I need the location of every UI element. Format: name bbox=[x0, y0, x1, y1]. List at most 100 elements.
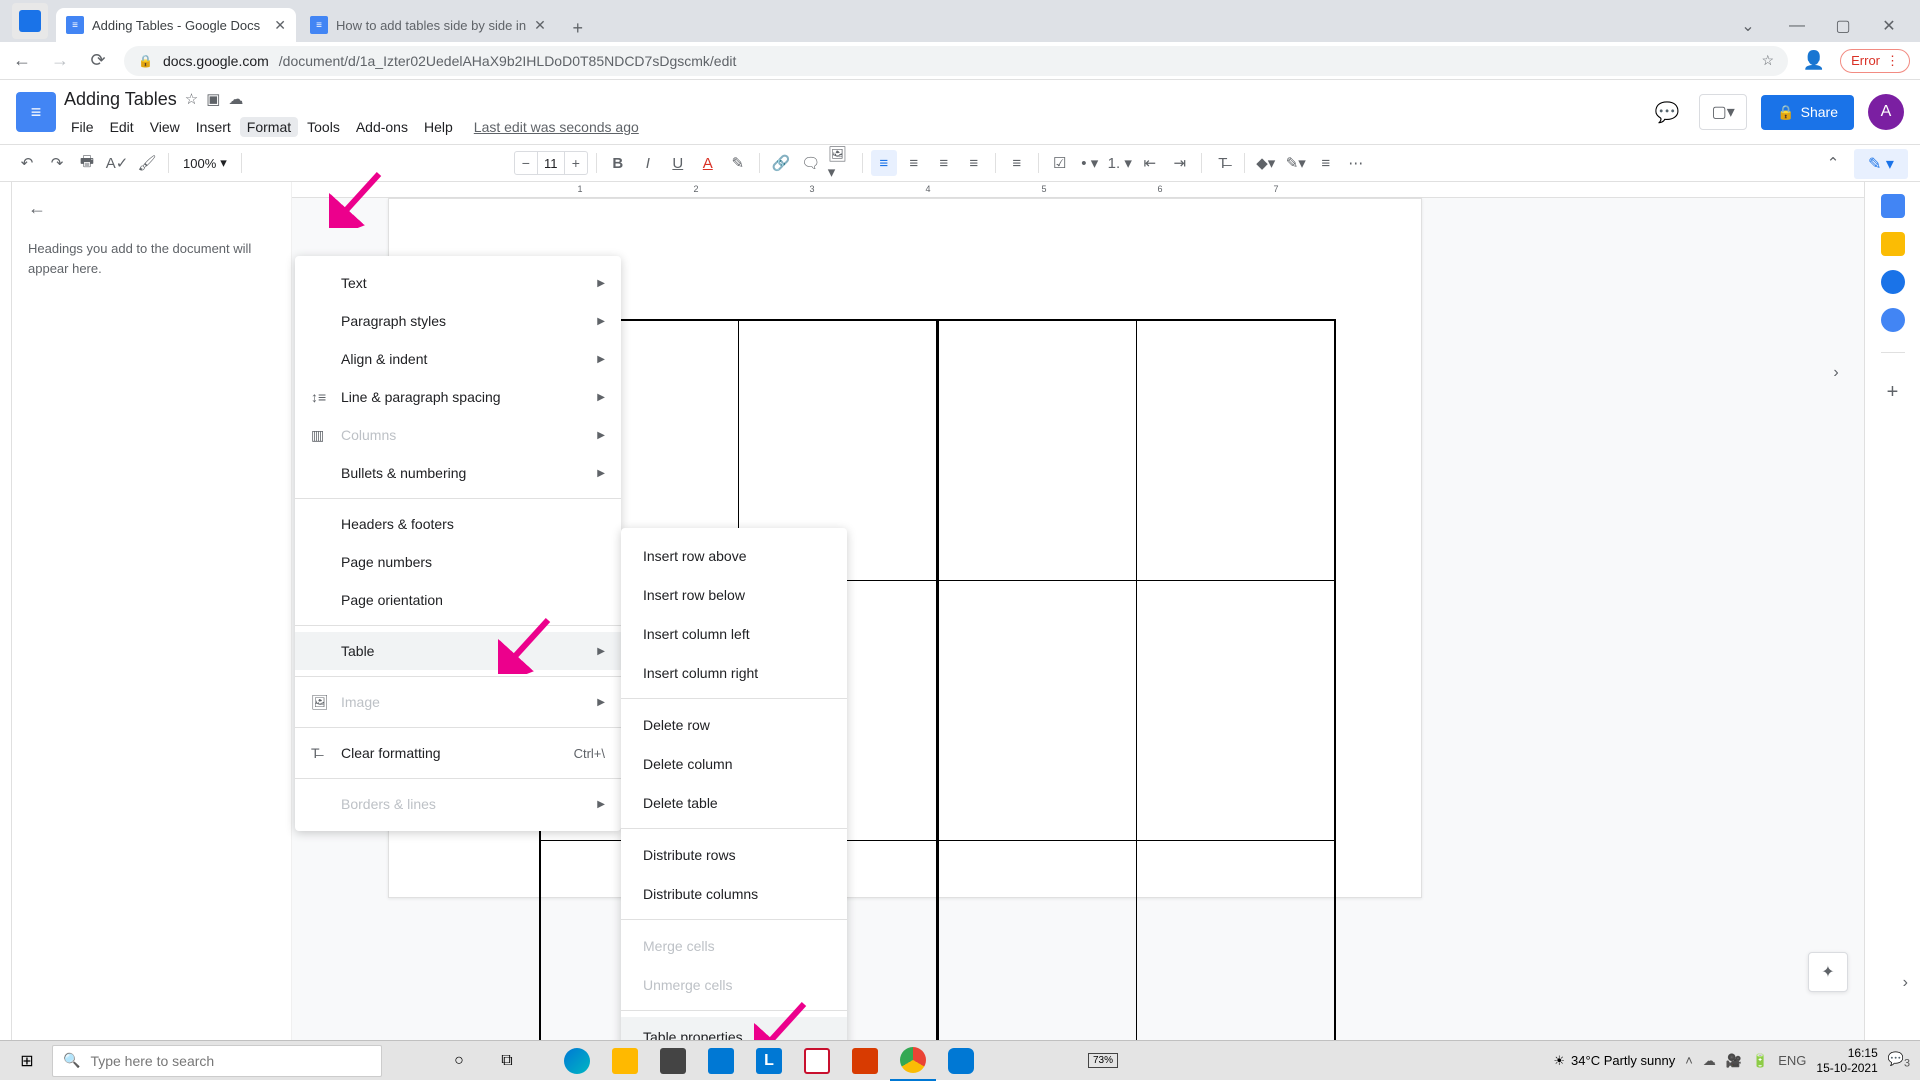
format-menu-item[interactable]: ↕≡Line & paragraph spacing▶ bbox=[295, 378, 621, 416]
last-edit-link[interactable]: Last edit was seconds ago bbox=[474, 119, 639, 135]
cloud-status-icon[interactable]: ☁ bbox=[228, 90, 243, 108]
mail-icon[interactable] bbox=[698, 1041, 744, 1081]
show-side-panel-button[interactable]: › bbox=[1903, 974, 1908, 992]
weather-widget[interactable]: ☀34°C Partly sunny bbox=[1553, 1053, 1675, 1069]
back-button[interactable]: ← bbox=[10, 50, 34, 71]
format-menu-item[interactable]: Headers & footers bbox=[295, 505, 621, 543]
inner-table-right[interactable] bbox=[938, 320, 1335, 1040]
undo-button[interactable]: ↶ bbox=[14, 150, 40, 176]
format-menu-item[interactable]: Align & indent▶ bbox=[295, 340, 621, 378]
table-submenu-item[interactable]: Table properties bbox=[621, 1017, 847, 1040]
star-icon[interactable]: ☆ bbox=[185, 90, 198, 108]
table-submenu-item[interactable]: Distribute rows bbox=[621, 835, 847, 874]
spellcheck-button[interactable]: A✓ bbox=[104, 150, 130, 176]
browser-tab-inactive[interactable]: ≡ How to add tables side by side in ✕ bbox=[300, 8, 556, 42]
outline-back-button[interactable]: ← bbox=[28, 198, 46, 219]
format-menu-item[interactable]: Bullets & numbering▶ bbox=[295, 454, 621, 492]
format-menu-item[interactable]: Page numbers bbox=[295, 543, 621, 581]
clear-formatting-button[interactable]: T̶ bbox=[1210, 150, 1236, 176]
table-submenu-item[interactable]: Insert column left bbox=[621, 614, 847, 653]
close-window-button[interactable]: ✕ bbox=[1866, 10, 1912, 42]
zoom-select[interactable]: 100% ▾ bbox=[177, 155, 233, 171]
link-button[interactable]: 🔗 bbox=[768, 150, 794, 176]
explore-button[interactable]: ✦ bbox=[1808, 952, 1848, 992]
new-tab-button[interactable]: + bbox=[564, 14, 592, 42]
running-app-indicator[interactable] bbox=[12, 3, 48, 39]
maximize-window-button[interactable]: ▢ bbox=[1820, 10, 1866, 42]
text-color-button[interactable]: A bbox=[695, 150, 721, 176]
collapse-toolbar-button[interactable]: ⌃ bbox=[1820, 150, 1846, 176]
paint-format-button[interactable]: 🖌 bbox=[134, 150, 160, 176]
addons-button[interactable]: + bbox=[1887, 381, 1899, 404]
font-size-control[interactable]: − 11 + bbox=[514, 151, 588, 175]
align-right-button[interactable]: ≡ bbox=[931, 150, 957, 176]
table-submenu-item[interactable]: Delete table bbox=[621, 783, 847, 822]
border-dash-button[interactable]: ⋯ bbox=[1343, 150, 1369, 176]
contacts-icon[interactable] bbox=[1881, 308, 1905, 332]
battery-icon[interactable]: 🔋 bbox=[1752, 1053, 1768, 1069]
document-name[interactable]: Adding Tables bbox=[64, 89, 177, 110]
align-center-button[interactable]: ≡ bbox=[901, 150, 927, 176]
taskbar-search[interactable]: 🔍 Type here to search bbox=[52, 1045, 382, 1077]
battery-indicator[interactable]: 73% bbox=[1088, 1053, 1118, 1068]
table-submenu-item[interactable]: Distribute columns bbox=[621, 874, 847, 913]
image-button[interactable]: 🖼▾ bbox=[828, 150, 854, 176]
horizontal-ruler[interactable]: 1 2 3 4 5 6 7 bbox=[292, 182, 1864, 198]
cortana-icon[interactable]: ○ bbox=[436, 1041, 482, 1081]
border-color-button[interactable]: ✎▾ bbox=[1283, 150, 1309, 176]
user-avatar[interactable]: A bbox=[1868, 94, 1904, 130]
numbered-list-button[interactable]: 1. ▾ bbox=[1107, 150, 1133, 176]
docs-logo-icon[interactable]: ≡ bbox=[16, 92, 56, 132]
url-input[interactable]: 🔒 docs.google.com/document/d/1a_Izter02U… bbox=[124, 46, 1788, 76]
notifications-icon[interactable]: 💬3 bbox=[1888, 1051, 1910, 1070]
calendar-icon[interactable] bbox=[1881, 194, 1905, 218]
reload-button[interactable]: ⟳ bbox=[86, 50, 110, 71]
store-icon[interactable] bbox=[650, 1041, 696, 1081]
language-indicator[interactable]: ENG bbox=[1778, 1053, 1806, 1068]
bold-button[interactable]: B bbox=[605, 150, 631, 176]
highlight-button[interactable]: ✎ bbox=[725, 150, 751, 176]
format-menu-item[interactable]: Table▶ bbox=[295, 632, 621, 670]
format-menu-item[interactable]: T̶Clear formattingCtrl+\ bbox=[295, 734, 621, 772]
tasks-icon[interactable] bbox=[1881, 270, 1905, 294]
bullet-list-button[interactable]: • ▾ bbox=[1077, 150, 1103, 176]
profile-icon[interactable]: 👤 bbox=[1802, 50, 1826, 71]
tray-expand-icon[interactable]: ˄ bbox=[1685, 1053, 1693, 1068]
close-tab-icon[interactable]: ✕ bbox=[534, 17, 546, 34]
keep-icon[interactable] bbox=[1881, 232, 1905, 256]
menu-edit[interactable]: Edit bbox=[103, 117, 141, 137]
menu-tools[interactable]: Tools bbox=[300, 117, 347, 137]
align-left-button[interactable]: ≡ bbox=[871, 150, 897, 176]
move-icon[interactable]: ▣ bbox=[206, 90, 220, 108]
table-submenu-item[interactable]: Insert column right bbox=[621, 653, 847, 692]
italic-button[interactable]: I bbox=[635, 150, 661, 176]
redo-button[interactable]: ↷ bbox=[44, 150, 70, 176]
task-view-icon[interactable]: ⧉ bbox=[484, 1041, 530, 1081]
table-submenu-item[interactable]: Delete row bbox=[621, 705, 847, 744]
menu-view[interactable]: View bbox=[143, 117, 187, 137]
error-chip[interactable]: Error⋮ bbox=[1840, 49, 1910, 73]
start-button[interactable]: ⊞ bbox=[4, 1041, 50, 1081]
line-spacing-button[interactable]: ≡ bbox=[1004, 150, 1030, 176]
menu-addons[interactable]: Add-ons bbox=[349, 117, 415, 137]
onedrive-icon[interactable]: ☁ bbox=[1703, 1053, 1716, 1069]
office-icon[interactable] bbox=[842, 1041, 888, 1081]
meet-now-icon[interactable]: 🎥 bbox=[1726, 1053, 1742, 1069]
browser-tab-active[interactable]: ≡ Adding Tables - Google Docs ✕ bbox=[56, 8, 296, 42]
decrease-indent-button[interactable]: ⇤ bbox=[1137, 150, 1163, 176]
camera-icon[interactable] bbox=[938, 1041, 984, 1081]
close-tab-icon[interactable]: ✕ bbox=[274, 17, 286, 34]
menu-format[interactable]: Format bbox=[240, 117, 298, 137]
decrease-font-button[interactable]: − bbox=[515, 155, 537, 171]
app-l-icon[interactable]: L bbox=[746, 1041, 792, 1081]
underline-button[interactable]: U bbox=[665, 150, 691, 176]
comments-icon[interactable]: 💬 bbox=[1649, 94, 1685, 130]
editing-mode-button[interactable]: ✎ ▾ bbox=[1854, 149, 1908, 179]
edge-icon[interactable] bbox=[554, 1041, 600, 1081]
format-menu-item[interactable]: Text▶ bbox=[295, 264, 621, 302]
table-submenu-item[interactable]: Insert row above bbox=[621, 536, 847, 575]
increase-font-button[interactable]: + bbox=[565, 155, 587, 171]
mcafee-icon[interactable] bbox=[794, 1041, 840, 1081]
minimize-window-button[interactable]: — bbox=[1774, 10, 1820, 42]
format-menu-item[interactable]: Paragraph styles▶ bbox=[295, 302, 621, 340]
